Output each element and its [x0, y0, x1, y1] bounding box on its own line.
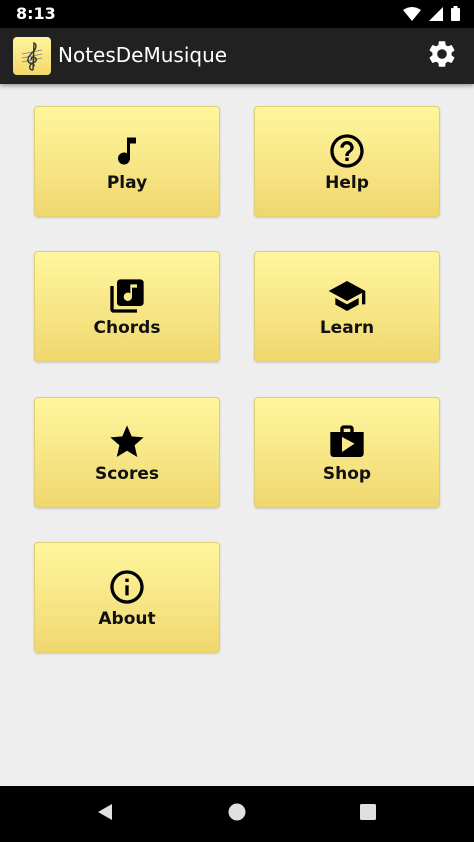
about-button[interactable]: About	[34, 542, 220, 653]
back-button[interactable]	[93, 802, 117, 826]
shop-bag-icon	[327, 422, 367, 462]
scores-button[interactable]: Scores	[34, 397, 220, 508]
help-label: Help	[325, 172, 369, 193]
shop-label: Shop	[322, 463, 372, 484]
app-title: NotesDeMusique	[58, 43, 228, 67]
info-icon	[107, 567, 147, 607]
recents-icon	[359, 803, 377, 826]
battery-icon	[451, 6, 460, 26]
status-time: 8:13	[16, 4, 56, 23]
cell-signal-icon	[429, 6, 443, 26]
status-icons	[403, 6, 460, 26]
back-icon	[95, 802, 115, 827]
chords-button[interactable]: Chords	[34, 251, 220, 362]
recents-button[interactable]	[356, 802, 380, 826]
learn-label: Learn	[319, 317, 375, 338]
app-bar: NotesDeMusique	[0, 28, 474, 84]
music-library-icon	[107, 276, 147, 316]
star-icon	[107, 422, 147, 462]
learn-button[interactable]: Learn	[254, 251, 440, 362]
music-note-icon	[107, 131, 147, 171]
help-button[interactable]: Help	[254, 106, 440, 217]
treble-clef-icon	[13, 37, 51, 75]
gear-icon	[426, 38, 458, 75]
chords-label: Chords	[93, 317, 161, 338]
help-circle-icon	[327, 131, 367, 171]
play-label: Play	[106, 172, 148, 193]
settings-button[interactable]	[424, 38, 460, 74]
graduation-cap-icon	[327, 276, 367, 316]
about-label: About	[98, 608, 156, 629]
status-bar: 8:13	[0, 0, 474, 28]
shop-button[interactable]: Shop	[254, 397, 440, 508]
wifi-icon	[403, 6, 421, 26]
home-button[interactable]	[225, 802, 249, 826]
scores-label: Scores	[94, 463, 160, 484]
navigation-bar	[0, 786, 474, 842]
play-button[interactable]: Play	[34, 106, 220, 217]
home-icon	[227, 802, 247, 827]
